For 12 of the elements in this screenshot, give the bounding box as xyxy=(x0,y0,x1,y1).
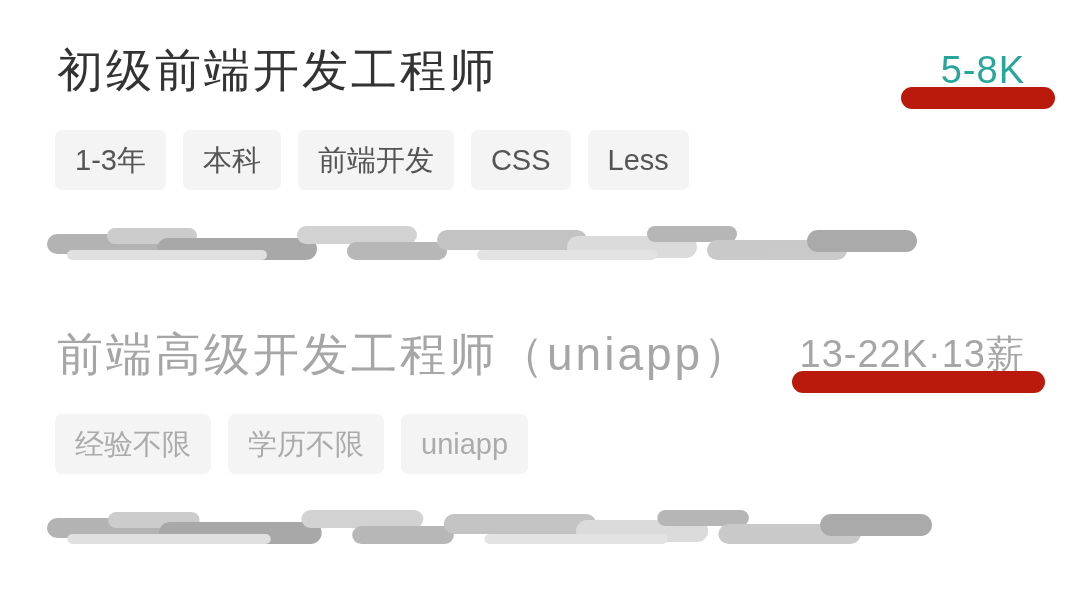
tag: uniapp xyxy=(401,414,529,474)
tag: 本科 xyxy=(182,130,281,190)
job-title: 前端高级开发工程师（uniapp） xyxy=(57,327,753,382)
tag: 前端开发 xyxy=(297,130,454,190)
salary-text: 13-22K·13薪 xyxy=(799,332,1025,377)
tag: Less xyxy=(587,130,689,190)
tag: 经验不限 xyxy=(55,414,211,474)
tag: 学历不限 xyxy=(228,414,384,474)
tag: CSS xyxy=(470,130,571,190)
tag: 1-3年 xyxy=(55,130,166,190)
job-title: 初级前端开发工程师 xyxy=(57,43,498,98)
salary-text: 5-8K xyxy=(940,48,1025,93)
